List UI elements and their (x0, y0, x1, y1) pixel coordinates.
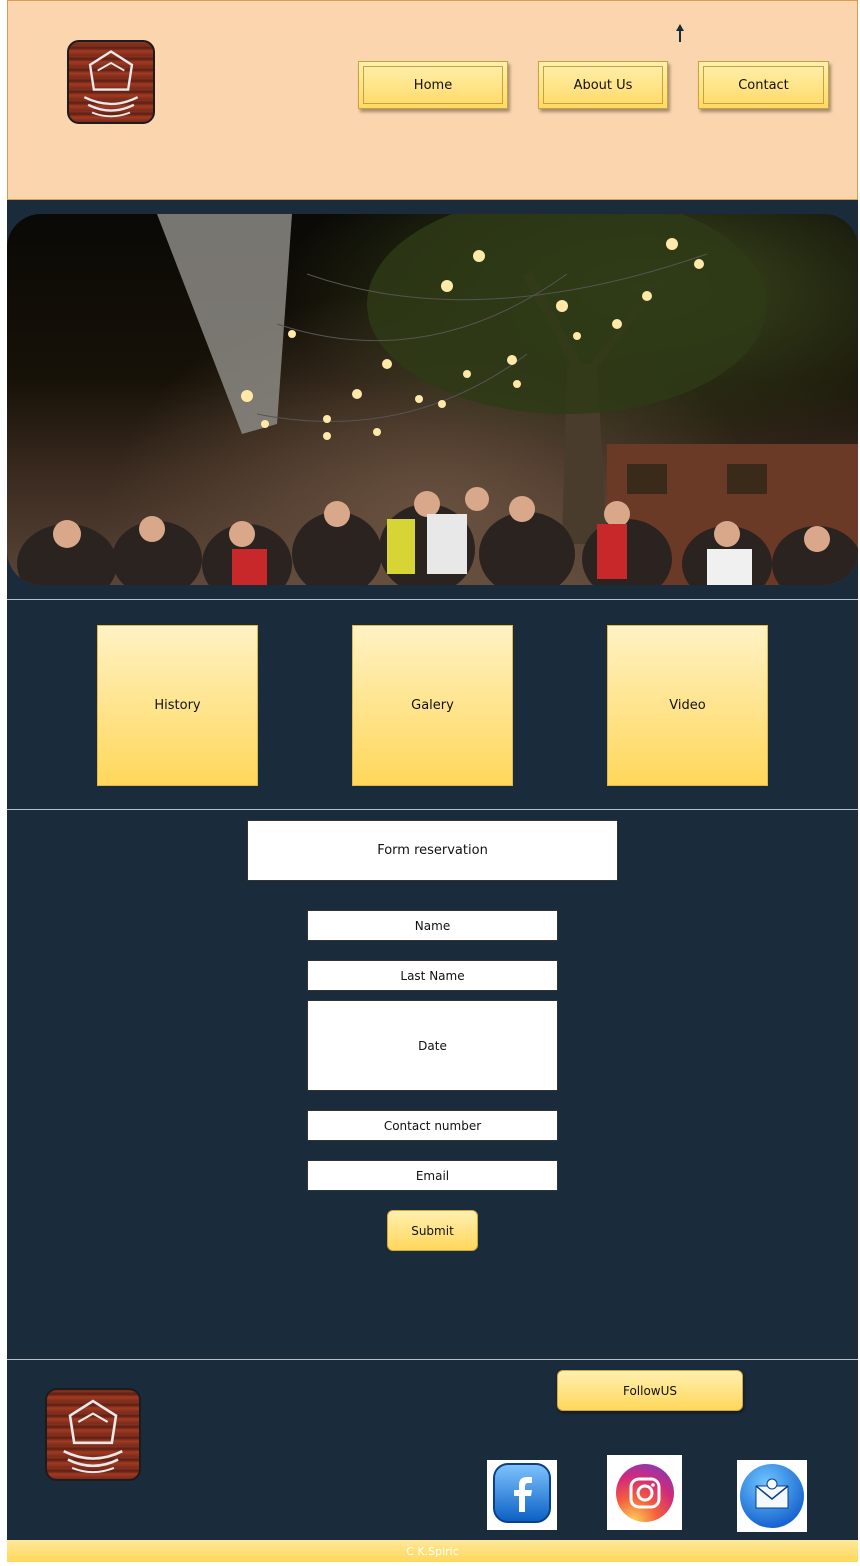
hero-section (7, 200, 858, 600)
name-field[interactable]: Name (307, 910, 558, 941)
copyright-bar: C K.Spiric (7, 1540, 858, 1562)
tile-galery-label: Galery (411, 698, 454, 713)
tile-video[interactable]: Video (607, 625, 768, 786)
nav-contact-label: Contact (703, 66, 824, 104)
tile-history-label: History (154, 698, 201, 713)
submit-button[interactable]: Submit (387, 1210, 478, 1251)
nav-home-label: Home (363, 66, 503, 104)
hero-image (7, 214, 858, 585)
tile-galery[interactable]: Galery (352, 625, 513, 786)
email-field[interactable]: Email (307, 1160, 558, 1191)
email-icon[interactable] (737, 1460, 807, 1532)
follow-us-button[interactable]: FollowUS (557, 1370, 743, 1411)
nav-contact-button[interactable]: Contact (698, 61, 829, 109)
form-title: Form reservation (247, 820, 618, 881)
nav-about-button[interactable]: About Us (538, 61, 668, 109)
last-name-field[interactable]: Last Name (307, 960, 558, 991)
tiles-section: History Galery Video (7, 600, 858, 810)
reservation-form: Form reservation Name Last Name Date Con… (7, 810, 858, 1360)
site-footer: FollowUS (7, 1360, 858, 1540)
footer-logo-icon[interactable] (45, 1388, 141, 1481)
instagram-icon[interactable] (607, 1455, 682, 1530)
facebook-icon[interactable] (487, 1460, 557, 1530)
site-header: Home About Us Contact (7, 0, 858, 200)
arrow-up-icon (676, 24, 684, 42)
tile-history[interactable]: History (97, 625, 258, 786)
nav-home-button[interactable]: Home (358, 61, 508, 109)
tile-video-label: Video (669, 698, 706, 713)
date-field[interactable]: Date (307, 1000, 558, 1091)
nav-about-label: About Us (543, 66, 663, 104)
contact-number-field[interactable]: Contact number (307, 1110, 558, 1141)
logo-icon[interactable] (67, 40, 155, 124)
